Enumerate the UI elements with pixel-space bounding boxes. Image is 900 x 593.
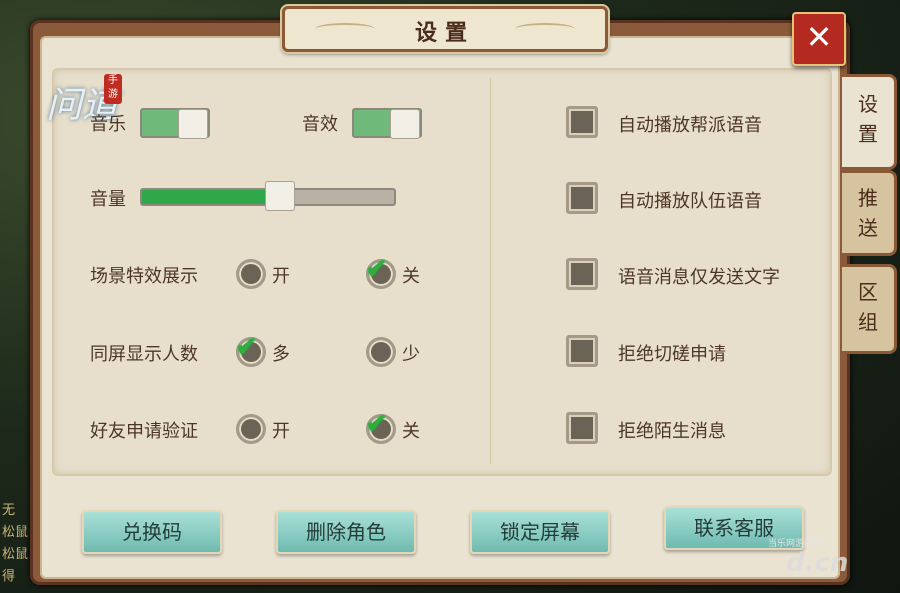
page-title: 设置 — [414, 21, 475, 46]
checkmark-icon: ✔ — [365, 407, 389, 440]
tab-server[interactable]: 区 组 — [842, 264, 897, 354]
scene-effects-on-radio[interactable] — [236, 259, 266, 289]
music-toggle-knob[interactable] — [178, 109, 208, 139]
scene-effects-off-radio[interactable]: ✔ — [365, 252, 396, 289]
volume-label: 音量 — [90, 189, 126, 210]
friend-verify-on-radio[interactable] — [236, 414, 266, 444]
volume-slider-fill — [142, 190, 281, 204]
checkbox-reject-strangers[interactable] — [566, 412, 598, 444]
close-icon: ✕ — [805, 18, 833, 56]
screen-players-many-radio[interactable]: ✔ — [235, 330, 266, 367]
screen-players-many-label: 多 — [272, 344, 290, 365]
logo-badge: 手游 — [104, 74, 122, 104]
friend-verify-off-radio[interactable]: ✔ — [365, 407, 396, 444]
checkbox-team-voice-label: 自动播放队伍语音 — [618, 191, 762, 212]
checkbox-reject-duel[interactable] — [566, 335, 598, 367]
checkmark-icon: ✔ — [365, 252, 389, 285]
delete-role-button[interactable]: 删除角色 — [276, 510, 416, 554]
tab-server-label-1: 区 — [858, 280, 878, 304]
scene-effects-on-label: 开 — [272, 266, 290, 287]
volume-slider-handle[interactable] — [265, 181, 295, 211]
friend-verify-label: 好友申请验证 — [90, 421, 198, 442]
tab-push-label-1: 推 — [858, 186, 878, 210]
redeem-code-button[interactable]: 兑换码 — [82, 510, 222, 554]
checkbox-reject-duel-label: 拒绝切磋申请 — [618, 344, 726, 365]
lock-screen-button[interactable]: 锁定屏幕 — [470, 510, 610, 554]
column-divider — [490, 78, 491, 464]
title-plate: 设置 — [282, 6, 608, 52]
checkbox-voice-text-only[interactable] — [566, 258, 598, 290]
sfx-label: 音效 — [302, 114, 338, 135]
tab-server-label-2: 组 — [858, 310, 878, 334]
tab-push[interactable]: 推 送 — [842, 170, 897, 256]
scene-effects-off-label: 关 — [402, 266, 420, 287]
checkbox-voice-text-only-label: 语音消息仅发送文字 — [618, 267, 780, 288]
tab-settings-label-2: 置 — [858, 122, 878, 146]
watermark-logo: d.cn — [786, 548, 849, 578]
tab-settings-label-1: 设 — [858, 92, 878, 116]
scene-effects-label: 场景特效展示 — [90, 266, 198, 287]
checkbox-guild-voice[interactable] — [566, 106, 598, 138]
music-label: 音乐 — [90, 114, 126, 135]
screen-players-few-radio[interactable] — [366, 337, 396, 367]
tab-settings[interactable]: 设 置 — [842, 74, 897, 170]
checkbox-reject-strangers-label: 拒绝陌生消息 — [618, 421, 726, 442]
screen-players-few-label: 少 — [402, 344, 420, 365]
checkmark-icon: ✔ — [235, 330, 259, 363]
screen-players-label: 同屏显示人数 — [90, 344, 198, 365]
site-watermark: 当乐网游门户 d.cn — [760, 536, 900, 593]
sfx-toggle-knob[interactable] — [390, 109, 420, 139]
friend-verify-on-label: 开 — [272, 421, 290, 442]
close-button[interactable]: ✕ — [792, 12, 846, 66]
checkbox-team-voice[interactable] — [566, 182, 598, 214]
sfx-toggle[interactable] — [352, 108, 422, 139]
tab-push-label-2: 送 — [858, 216, 878, 240]
music-toggle[interactable] — [140, 108, 210, 139]
friend-verify-off-label: 关 — [402, 421, 420, 442]
checkbox-guild-voice-label: 自动播放帮派语音 — [618, 115, 762, 136]
